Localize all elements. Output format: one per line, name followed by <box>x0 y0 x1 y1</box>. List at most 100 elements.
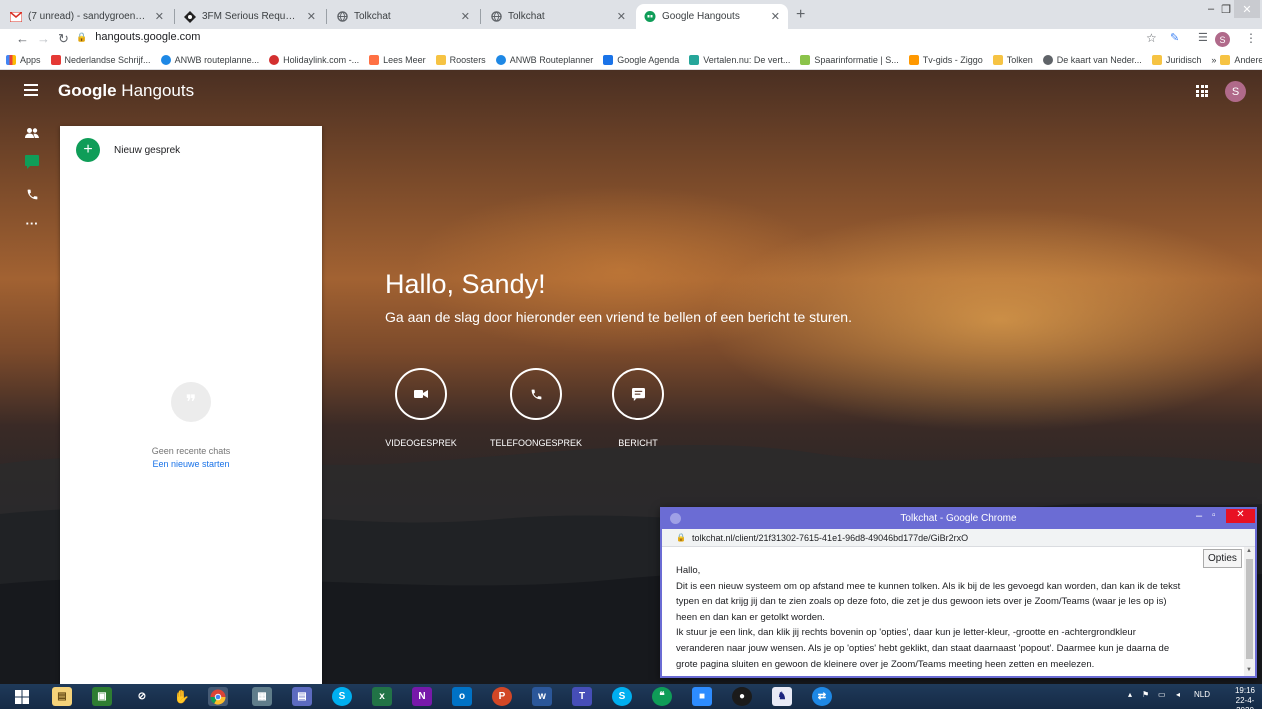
bookmark-item[interactable]: Nederlandse Schrijf... <box>50 54 151 65</box>
tab-tolkchat-2[interactable]: Tolkchat ✕ <box>482 4 634 29</box>
tab-tolkchat-1[interactable]: Tolkchat ✕ <box>328 4 478 29</box>
bookmark-apps[interactable]: Apps <box>6 54 41 65</box>
bookmark-item[interactable]: Spaarinformatie | S... <box>800 54 899 65</box>
no-recent-chats-text: Geen recente chats <box>151 446 231 456</box>
google-apps-icon[interactable] <box>1196 85 1208 97</box>
new-conversation-button[interactable]: + Nieuw gesprek <box>76 138 180 162</box>
bookmark-star-icon[interactable]: ☆ <box>1146 31 1157 45</box>
tab-title: Tolkchat <box>508 11 545 22</box>
bookmark-item[interactable]: ANWB Routeplanner <box>495 54 593 65</box>
reading-list-icon[interactable]: ☰ <box>1198 31 1208 44</box>
bookmark-folder[interactable]: Roosters <box>435 54 486 65</box>
address-bar[interactable]: 🔒 hangouts.google.com <box>76 31 200 43</box>
flag-icon[interactable]: ⚑ <box>1142 690 1149 699</box>
bookmarks-overflow-button[interactable]: » <box>1211 55 1216 65</box>
skype-icon[interactable]: S <box>332 687 352 706</box>
folder-icon <box>1220 54 1231 65</box>
moose-app-icon[interactable]: ♞ <box>772 687 792 706</box>
restore-icon[interactable]: ❐ <box>1218 0 1234 18</box>
teams-icon[interactable]: T <box>572 687 592 706</box>
back-arrow-icon[interactable]: ← <box>16 31 29 46</box>
forward-arrow-icon[interactable]: → <box>37 31 50 46</box>
volume-icon[interactable]: ◂ <box>1176 690 1180 699</box>
system-clock[interactable]: 19:16 22-4-2020 <box>1228 686 1262 709</box>
main-menu-icon[interactable] <box>24 84 38 96</box>
skype-business-icon[interactable]: S <box>612 687 632 706</box>
calendar-icon <box>603 54 614 65</box>
close-icon[interactable]: ✕ <box>1226 509 1255 523</box>
lock-icon: 🔒 <box>676 533 686 542</box>
greeting-title: Hallo, Sandy! <box>385 269 546 299</box>
scrollbar-thumb[interactable] <box>1246 559 1253 659</box>
windows-start-icon[interactable] <box>12 687 32 706</box>
video-call-button[interactable] <box>395 368 447 420</box>
store-icon[interactable]: ▣ <box>92 687 112 706</box>
bookmark-item[interactable]: Vertalen.nu: De vert... <box>689 54 790 65</box>
popup-scrollbar[interactable]: ▲ ▼ <box>1244 547 1255 676</box>
control-panel-icon[interactable]: ▤ <box>292 687 312 706</box>
chrome-taskbar-icon[interactable] <box>208 687 228 706</box>
word-icon[interactable]: w <box>532 687 552 706</box>
onenote-icon[interactable]: N <box>412 687 432 706</box>
language-indicator[interactable]: NLD <box>1194 690 1210 699</box>
close-icon[interactable]: ✕ <box>617 10 626 23</box>
extension-icon[interactable]: ✎ <box>1170 31 1179 44</box>
scroll-down-icon[interactable]: ▼ <box>1246 667 1252 673</box>
close-window-icon[interactable]: ✕ <box>1234 0 1260 18</box>
bookmark-item[interactable]: Tv-gids - Ziggo <box>908 54 983 65</box>
close-icon[interactable]: ✕ <box>307 10 316 23</box>
popup-address-bar[interactable]: 🔒 tolkchat.nl/client/21f31302-7615-41e1-… <box>662 529 1255 547</box>
bookmark-item[interactable]: Google Agenda <box>603 54 679 65</box>
chat-messages-icon[interactable] <box>24 154 40 170</box>
contacts-icon[interactable] <box>24 125 40 141</box>
message-button[interactable] <box>612 368 664 420</box>
close-icon[interactable]: ✕ <box>771 10 780 23</box>
teamviewer-icon[interactable]: ⇄ <box>812 687 832 706</box>
tab-google-hangouts[interactable]: Google Hangouts ✕ <box>636 4 788 29</box>
zoom-icon[interactable]: ■ <box>692 687 712 706</box>
other-bookmarks[interactable]: Andere bladwijzers <box>1220 54 1262 65</box>
apps-grid-icon <box>6 54 16 65</box>
more-options-icon[interactable]: ··· <box>24 215 40 231</box>
bookmark-folder[interactable]: Tolken <box>992 54 1033 65</box>
windows-taskbar: ▤ ▣ ⊘ ✋ ▦ ▤ S x N o P w T S ❝ ■ ● ♞ ⇄ ▴ … <box>0 684 1262 709</box>
bookmark-item[interactable]: De kaart van Neder... <box>1042 54 1142 65</box>
bookmark-favicon <box>50 54 61 65</box>
bookmark-item[interactable]: ANWB routeplanne... <box>160 54 259 65</box>
account-avatar[interactable]: S <box>1225 81 1246 102</box>
browser-toolbar: ← → ↻ 🔒 hangouts.google.com ☆ ✎ ☰ S ⋮ <box>0 29 1262 50</box>
close-icon[interactable]: ✕ <box>155 10 164 23</box>
start-new-chat-link[interactable]: Een nieuwe starten <box>60 459 322 469</box>
maximize-icon[interactable]: ▫ <box>1212 510 1216 521</box>
calculator-icon[interactable]: ▦ <box>252 687 272 706</box>
phone-calls-icon[interactable] <box>24 186 40 202</box>
phone-call-button[interactable] <box>510 368 562 420</box>
tab-3fm[interactable]: 3FM Serious Request: Never Wal ✕ <box>176 4 324 29</box>
message-label: BERICHT <box>618 438 658 448</box>
menu-kebab-icon[interactable]: ⋮ <box>1245 31 1257 45</box>
tab-title: 3FM Serious Request: Never Wal <box>202 11 301 22</box>
excel-icon[interactable]: x <box>372 687 392 706</box>
app-icon[interactable]: ● <box>732 687 752 706</box>
new-tab-button[interactable]: + <box>796 6 805 24</box>
scroll-up-icon[interactable]: ▲ <box>1246 548 1252 554</box>
bookmark-item[interactable]: Holidaylink.com -... <box>269 54 359 65</box>
tab-gmail[interactable]: (7 unread) - sandygroeneveld@ ✕ <box>2 4 172 29</box>
bookmark-item[interactable]: Lees Meer <box>369 54 426 65</box>
help-icon[interactable]: ⊘ <box>132 687 152 706</box>
popup-title-bar[interactable]: Tolkchat - Google Chrome – ▫ ✕ <box>662 509 1255 529</box>
powerpoint-icon[interactable]: P <box>492 687 512 706</box>
folder-icon <box>435 54 446 65</box>
hangouts-taskbar-icon[interactable]: ❝ <box>652 687 672 706</box>
profile-avatar[interactable]: S <box>1215 32 1230 47</box>
outlook-icon[interactable]: o <box>452 687 472 706</box>
hand-icon[interactable]: ✋ <box>172 687 192 706</box>
close-icon[interactable]: ✕ <box>461 10 470 23</box>
minimize-icon[interactable]: – <box>1196 510 1202 522</box>
tray-expand-icon[interactable]: ▴ <box>1128 690 1132 699</box>
bookmark-folder[interactable]: Juridisch <box>1151 54 1201 65</box>
network-icon[interactable]: ▭ <box>1158 690 1166 699</box>
options-button[interactable]: Opties <box>1203 549 1242 568</box>
file-explorer-icon[interactable]: ▤ <box>52 687 72 706</box>
reload-icon[interactable]: ↻ <box>58 31 69 47</box>
